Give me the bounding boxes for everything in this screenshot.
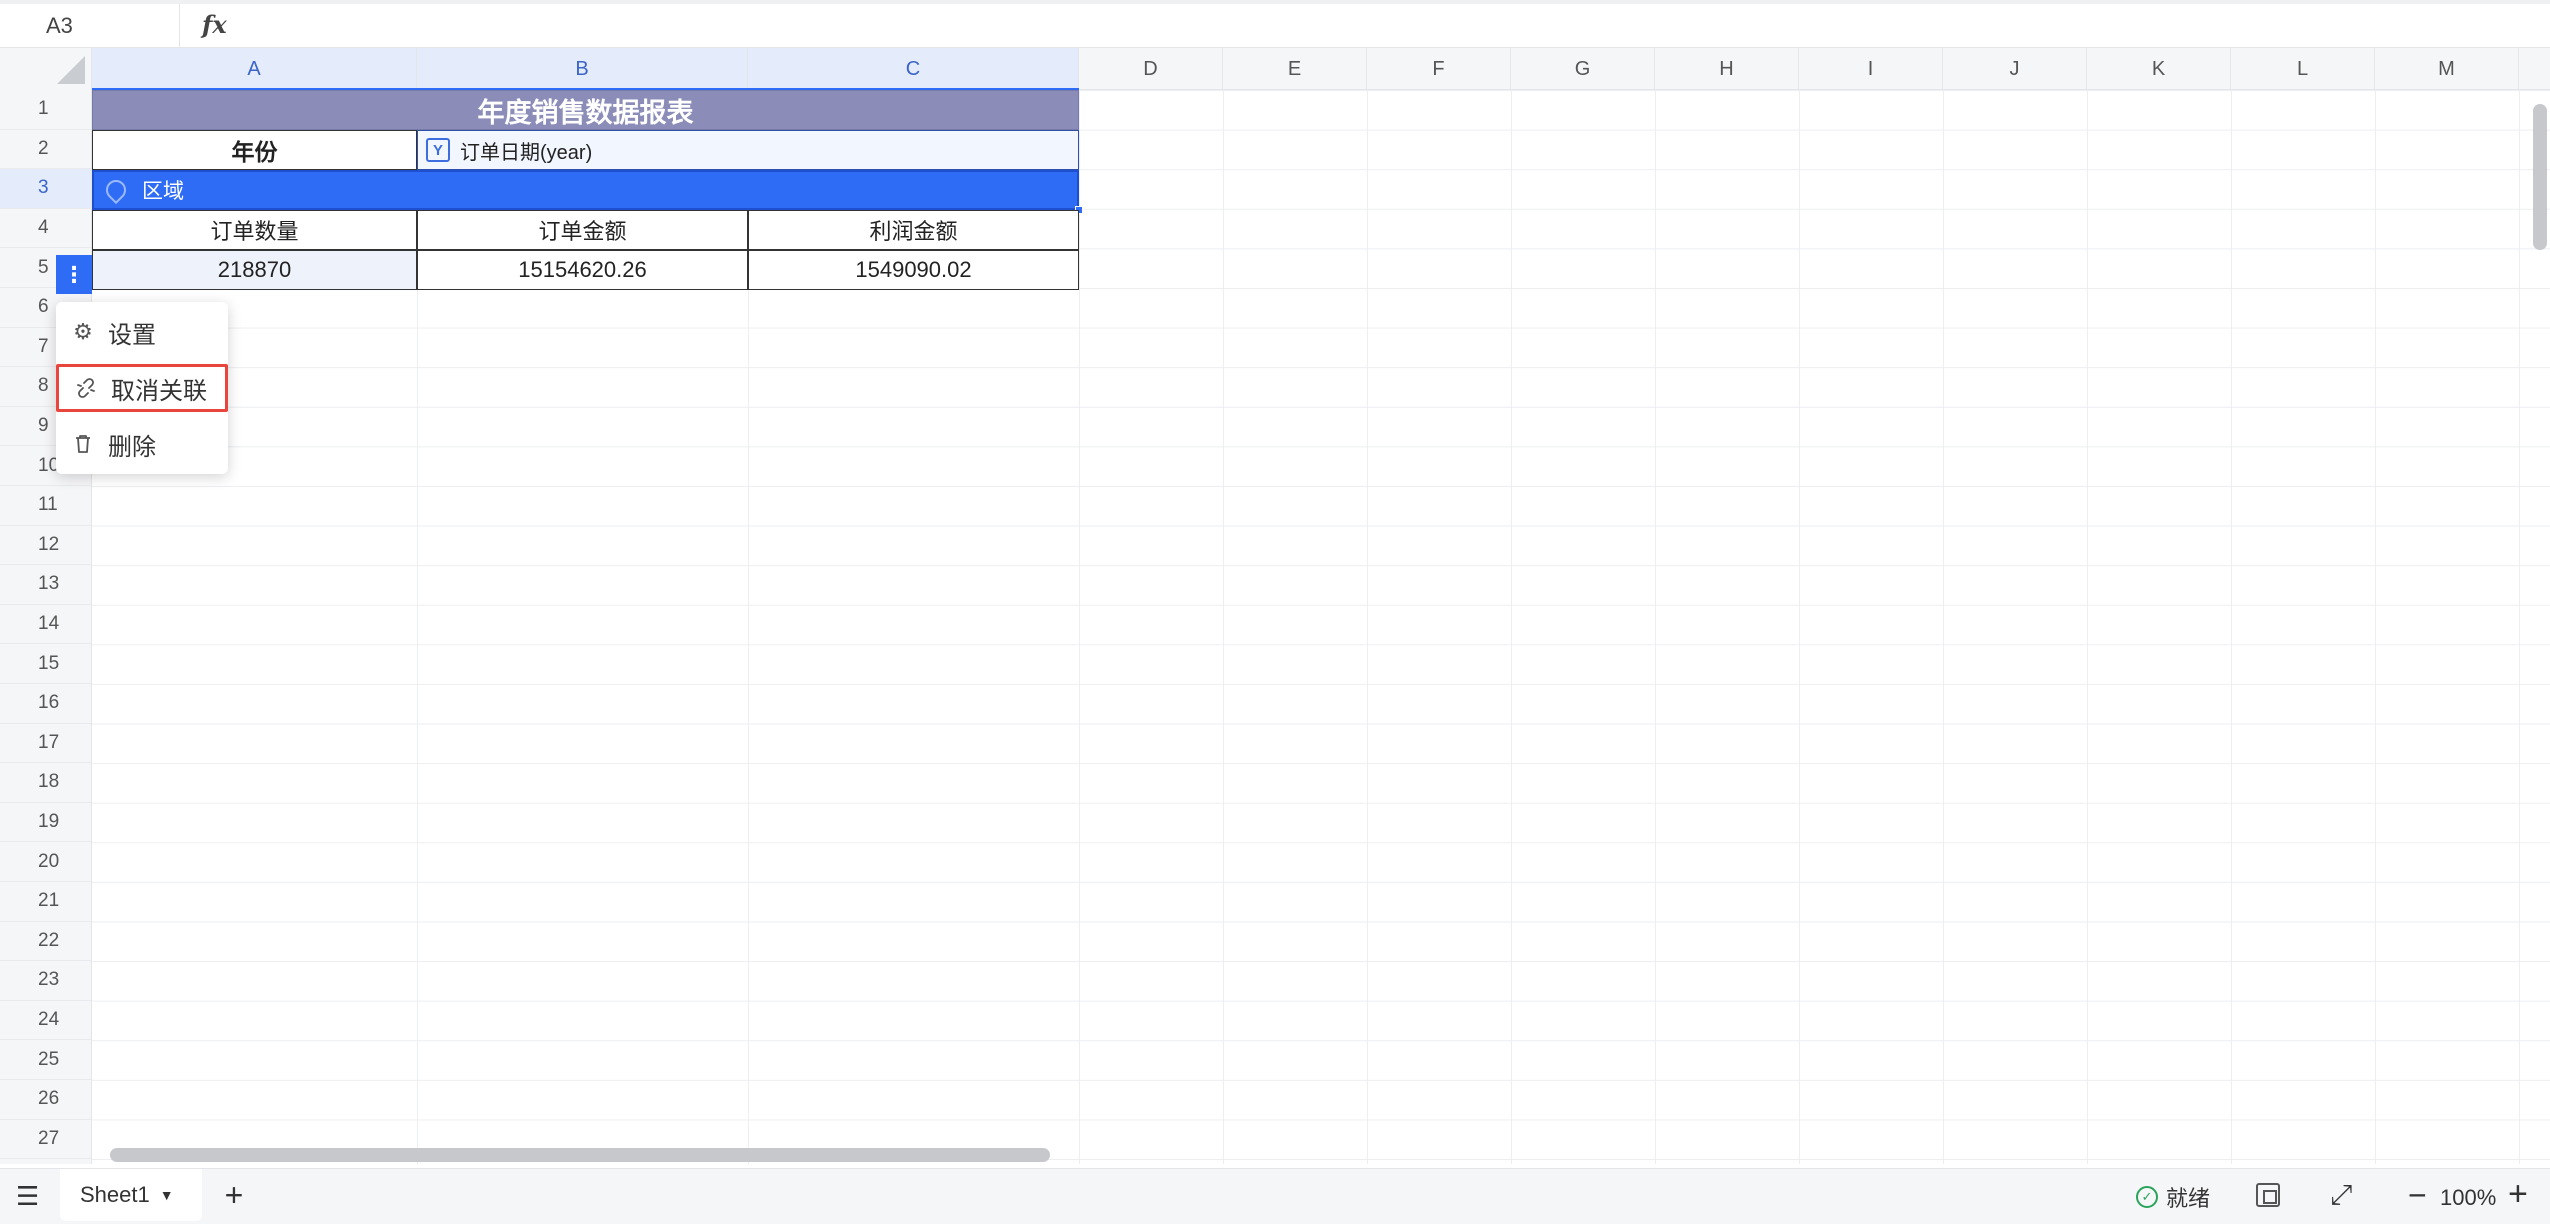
row-header-27[interactable]: 27 [0, 1120, 91, 1160]
name-box[interactable]: A3 [0, 4, 180, 48]
menu-item-delete-label: 删除 [108, 433, 156, 461]
row-header-4[interactable]: 4 [0, 209, 91, 249]
column-header-i[interactable]: I [1799, 48, 1943, 90]
formula-bar: A3 fx [0, 0, 2550, 48]
date-field-icon: Y [426, 138, 450, 162]
sheet-list-icon[interactable]: ☰ [16, 1183, 42, 1209]
header-order-count[interactable]: 订单数量 [92, 210, 417, 250]
row-header-24[interactable]: 24 [0, 1001, 91, 1041]
row-menu-handle[interactable]: ⋮ [56, 255, 92, 294]
formula-input[interactable] [250, 8, 2530, 44]
row-header-26[interactable]: 26 [0, 1080, 91, 1120]
context-menu: ⚙ 设置 取消关联 删除 [56, 302, 228, 474]
add-sheet-button[interactable]: + [218, 1179, 250, 1211]
status-indicator: ✓ 就绪 [2136, 1183, 2210, 1211]
row-header-21[interactable]: 21 [0, 882, 91, 922]
value-order-amount[interactable]: 15154620.26 [417, 250, 748, 290]
report-title[interactable]: 年度销售数据报表 [92, 90, 1079, 130]
zoom-out-button[interactable]: − [2408, 1177, 2427, 1214]
check-circle-icon: ✓ [2136, 1186, 2158, 1208]
row-header-14[interactable]: 14 [0, 605, 91, 645]
row-header-22[interactable]: 22 [0, 922, 91, 962]
column-header-b[interactable]: B [417, 48, 748, 90]
row-header-1[interactable]: 1 [0, 90, 91, 130]
value-profit-amount[interactable]: 1549090.02 [748, 250, 1079, 290]
spreadsheet-grid[interactable]: 年度销售数据报表 年份 Y 订单日期(year) 区域 订单数量 订单金额 利润… [92, 90, 2550, 1164]
row-header-12[interactable]: 12 [0, 526, 91, 566]
horizontal-scrollbar[interactable] [110, 1148, 1050, 1162]
zoom-in-button[interactable]: + [2508, 1175, 2528, 1214]
column-header-a[interactable]: A [92, 48, 417, 90]
trash-icon [70, 431, 96, 457]
row-header-20[interactable]: 20 [0, 842, 91, 882]
sheet-tab-label: Sheet1 [80, 1182, 150, 1207]
menu-item-delete[interactable]: 删除 [56, 420, 228, 468]
header-profit-amount[interactable]: 利润金额 [748, 210, 1079, 250]
value-order-count[interactable]: 218870 [92, 250, 417, 290]
vertical-scrollbar[interactable] [2533, 104, 2547, 250]
location-pin-icon [101, 175, 131, 205]
unlink-icon [73, 375, 99, 401]
row-header-16[interactable]: 16 [0, 684, 91, 724]
column-header-c[interactable]: C [748, 48, 1079, 90]
fullscreen-icon[interactable]: ⤢ [2330, 1179, 2352, 1212]
bottom-bar: ☰ Sheet1 ▼ + ✓ 就绪 ⤢ − 100% + [0, 1168, 2550, 1224]
caret-down-icon[interactable]: ▼ [160, 1187, 174, 1203]
date-field-label: 订单日期(year) [460, 141, 593, 164]
header-order-amount[interactable]: 订单金额 [417, 210, 748, 250]
row-header-18[interactable]: 18 [0, 763, 91, 803]
row-header-3[interactable]: 3 [0, 169, 91, 209]
date-field-cell[interactable]: Y 订单日期(year) [417, 130, 1079, 170]
menu-item-unlink[interactable]: 取消关联 [56, 364, 228, 412]
fit-view-icon[interactable] [2256, 1183, 2280, 1207]
column-header-k[interactable]: K [2087, 48, 2231, 90]
sheet-tab-sheet1[interactable]: Sheet1 ▼ [60, 1169, 202, 1221]
row-header-25[interactable]: 25 [0, 1040, 91, 1080]
row-header-19[interactable]: 19 [0, 803, 91, 843]
row-header-bar: 1 2 3 4 5 6 7 8 9 10 11 12 13 14 15 16 17 18 19 20 21 22 23 24 2… [0, 90, 92, 1164]
column-header-j[interactable]: J [1943, 48, 2087, 90]
menu-item-settings-label: 设置 [108, 321, 156, 349]
row-header-11[interactable]: 11 [0, 486, 91, 526]
column-header-d[interactable]: D [1079, 48, 1223, 90]
fx-icon: fx [202, 10, 227, 39]
column-header-l[interactable]: L [2231, 48, 2375, 90]
select-all-corner[interactable] [0, 48, 92, 90]
region-field-label: 区域 [142, 180, 184, 203]
region-field-row[interactable]: 区域 [92, 170, 1079, 210]
gear-icon: ⚙ [73, 319, 93, 344]
menu-item-settings[interactable]: ⚙ 设置 [56, 308, 228, 356]
status-label: 就绪 [2166, 1186, 2211, 1211]
column-header-m[interactable]: M [2375, 48, 2519, 90]
column-header-bar: A B C D E F G H I J K L M [0, 48, 2550, 91]
column-header-f[interactable]: F [1367, 48, 1511, 90]
row-header-17[interactable]: 17 [0, 724, 91, 764]
menu-item-unlink-label: 取消关联 [111, 377, 207, 405]
year-label-cell[interactable]: 年份 [92, 130, 417, 170]
row-header-2[interactable]: 2 [0, 130, 91, 170]
zoom-level[interactable]: 100% [2440, 1185, 2496, 1211]
row-header-15[interactable]: 15 [0, 644, 91, 684]
column-header-e[interactable]: E [1223, 48, 1367, 90]
column-header-g[interactable]: G [1511, 48, 1655, 90]
column-header-h[interactable]: H [1655, 48, 1799, 90]
row-header-23[interactable]: 23 [0, 961, 91, 1001]
row-header-13[interactable]: 13 [0, 565, 91, 605]
